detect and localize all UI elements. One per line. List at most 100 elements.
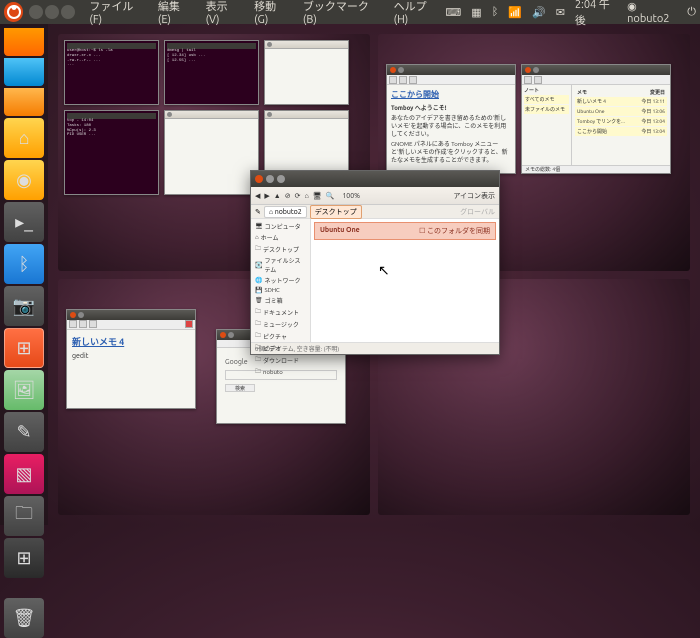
close-icon[interactable] bbox=[29, 5, 43, 19]
note-row: 新しいメモ 4今日 13:11 bbox=[575, 97, 667, 106]
toolbar: ◀ ▶ ▲ ⊘ ⟳ ⌂ 🖥 🔍 100% アイコン表示 bbox=[251, 187, 499, 205]
note-body2: GNOME パネルにある Tomboy メニューと'新しいメモの作成'をクリック… bbox=[391, 141, 511, 164]
sidebar-item[interactable]: 🗀ミュージック bbox=[253, 318, 308, 330]
window-titlebar[interactable] bbox=[251, 171, 499, 187]
top-panel: ファイル(F) 編集(E) 表示(V) 移動(G) ブックマーク(B) ヘルプ(… bbox=[0, 0, 700, 24]
home-folder-icon[interactable]: ⌂ bbox=[4, 118, 44, 158]
terminal-window: top - 14:04Tasks: 180%Cpu(s): 2.3PID USE… bbox=[64, 110, 159, 195]
new-note-title: 新しいメモ 4 bbox=[72, 335, 190, 348]
sidebar-item[interactable]: 🖥コンピュータ bbox=[253, 221, 308, 232]
sidebar-item[interactable]: 🗀ピクチャ bbox=[253, 330, 308, 342]
launcher-stack-c[interactable] bbox=[4, 88, 44, 116]
clock[interactable]: 2:04 午後 bbox=[575, 0, 617, 28]
minimize-icon[interactable] bbox=[45, 5, 59, 19]
volume-icon[interactable]: 🔊 bbox=[532, 6, 546, 19]
app-window bbox=[164, 110, 259, 195]
bluetooth-icon[interactable]: ᛒ bbox=[492, 6, 499, 18]
home-icon[interactable]: ⌂ bbox=[304, 192, 308, 200]
sidebar-item[interactable]: 🗑ゴミ箱 bbox=[253, 295, 308, 306]
close-icon[interactable] bbox=[255, 175, 263, 183]
user-menu[interactable]: ◉ nobuto2 bbox=[627, 0, 677, 25]
view-mode-selector[interactable]: アイコン表示 bbox=[453, 191, 495, 201]
sidebar-item[interactable]: 🗀ダウンロード bbox=[253, 354, 308, 366]
menu-help[interactable]: ヘルプ(H) bbox=[388, 0, 446, 26]
photos-app-icon[interactable]: 🖼 bbox=[4, 370, 44, 410]
maximize-icon[interactable] bbox=[61, 5, 75, 19]
search-icon[interactable]: 🔍 bbox=[326, 192, 335, 200]
computer-icon[interactable]: 🖥 bbox=[313, 192, 322, 200]
note-row: ここから開始今日 13:04 bbox=[575, 127, 667, 136]
launcher-stack-b[interactable] bbox=[4, 58, 44, 86]
menu-go[interactable]: 移動(G) bbox=[248, 0, 295, 26]
banner-title: Ubuntu One bbox=[320, 226, 360, 234]
banner-action[interactable]: ☐ このフォルダを同期 bbox=[419, 226, 490, 236]
up-icon[interactable]: ▲ bbox=[274, 192, 281, 200]
files-icon[interactable]: 🗀 bbox=[4, 496, 44, 536]
breadcrumb-current[interactable]: デスクトップ bbox=[310, 205, 362, 219]
sidebar-item[interactable]: 🗀ドキュメント bbox=[253, 306, 308, 318]
sidebar: 🖥コンピュータ ⌂ホーム 🗀デスクトップ 💽ファイルシステム 🌐ネットワーク 💾… bbox=[251, 219, 311, 342]
breadcrumb-home[interactable]: ⌂ nobuto2 bbox=[264, 206, 307, 218]
note-greeting: Tomboy へようこそ! bbox=[391, 103, 511, 112]
new-note-body: gedit bbox=[72, 352, 190, 360]
path-toggle-icon[interactable]: ✎ bbox=[255, 208, 261, 216]
col-date: 変更日 bbox=[650, 89, 665, 96]
tomboy-search-window: ノート すべてのメモ 未ファイルのメモ メモ変更日 新しいメモ 4今日 13:1… bbox=[521, 64, 671, 174]
music-app-icon[interactable]: ◉ bbox=[4, 160, 44, 200]
terminal-window: user@host:~$ ls -ladrwxr-xr-x ...-rw-r--… bbox=[64, 40, 159, 105]
notes-footer: メモの総数: 4個 bbox=[522, 165, 670, 173]
col-notebook: ノート bbox=[524, 87, 569, 94]
camera-app-icon[interactable]: 📷 bbox=[4, 286, 44, 326]
ubuntu-one-banner: Ubuntu One ☐ このフォルダを同期 bbox=[314, 222, 496, 240]
keyboard-indicator-icon[interactable]: ⌨ bbox=[445, 6, 461, 19]
menu-edit[interactable]: 編集(E) bbox=[152, 0, 198, 26]
tomboy-start-note: ここから開始 Tomboy へようこそ! あなたのアイデアを書き留めるための'新… bbox=[386, 64, 516, 174]
note-row: Ubuntu One今日 13:06 bbox=[575, 107, 667, 116]
messaging-icon[interactable]: ✉ bbox=[556, 6, 565, 19]
sidebar-item[interactable]: ⌂ホーム bbox=[253, 232, 308, 243]
col-name: メモ bbox=[577, 89, 587, 96]
breadcrumb-bar: ✎ ⌂ nobuto2 デスクトップ グローバル bbox=[251, 205, 499, 219]
search-button: 検索 bbox=[225, 384, 255, 392]
note-title: ここから開始 bbox=[391, 89, 511, 100]
stop-icon[interactable]: ⊘ bbox=[285, 192, 291, 200]
menu-view[interactable]: 表示(V) bbox=[200, 0, 247, 26]
bluetooth-app-icon[interactable]: ᛒ bbox=[4, 244, 44, 284]
launcher-stack-a[interactable] bbox=[4, 28, 44, 56]
workspace-switcher-icon[interactable]: ⊞ bbox=[4, 328, 44, 368]
maximize-icon[interactable] bbox=[277, 175, 285, 183]
app-drawer-icon[interactable]: ⊞ bbox=[4, 538, 44, 578]
window-controls bbox=[29, 5, 75, 19]
file-manager-window: ◀ ▶ ▲ ⊘ ⟳ ⌂ 🖥 🔍 100% アイコン表示 ✎ ⌂ nobuto2 … bbox=[250, 170, 500, 355]
zoom-level[interactable]: 100% bbox=[342, 192, 360, 200]
unity-launcher: ⌂ ◉ ▸_ ᛒ 📷 ⊞ 🖼 ✎ ▧ 🗀 ⊞ 🗑 bbox=[0, 24, 48, 525]
appearance-icon[interactable]: ▧ bbox=[4, 454, 44, 494]
app-window bbox=[264, 40, 349, 105]
menu-bookmarks[interactable]: ブックマーク(B) bbox=[297, 0, 386, 26]
ubuntu-logo-icon[interactable] bbox=[4, 2, 23, 22]
reload-icon[interactable]: ⟳ bbox=[295, 192, 301, 200]
trash-icon[interactable]: 🗑 bbox=[4, 598, 44, 638]
forward-icon[interactable]: ▶ bbox=[264, 192, 269, 200]
terminal-icon[interactable]: ▸_ bbox=[4, 202, 44, 242]
input-method-icon[interactable]: ▦ bbox=[471, 6, 481, 19]
sidebar-item[interactable]: 💽ファイルシステム bbox=[253, 255, 308, 275]
session-icon[interactable]: ⏻ bbox=[687, 6, 696, 19]
minimize-icon[interactable] bbox=[266, 175, 274, 183]
menu-file[interactable]: ファイル(F) bbox=[83, 0, 149, 26]
notes-app-icon[interactable]: ✎ bbox=[4, 412, 44, 452]
statusbar: 0個のアイテム, 空き容量: (不明) bbox=[251, 342, 499, 354]
sidebar-item[interactable]: 💾SDHC bbox=[253, 286, 308, 295]
back-icon[interactable]: ◀ bbox=[255, 192, 260, 200]
file-view[interactable]: Ubuntu One ☐ このフォルダを同期 bbox=[311, 219, 499, 342]
note-row: Tomboy でリンクを...今日 13:04 bbox=[575, 117, 667, 126]
sidebar-item[interactable]: 🗀デスクトップ bbox=[253, 243, 308, 255]
sidebar-item[interactable]: 🗀nobuto bbox=[253, 366, 308, 378]
tomboy-note-window: 新しいメモ 4 gedit bbox=[66, 309, 196, 409]
sidebar-item[interactable]: 🌐ネットワーク bbox=[253, 275, 308, 286]
breadcrumb-sync-label: グローバル bbox=[460, 207, 495, 217]
note-body: あなたのアイデアを書き留めるための'新しいメモ'を起動する場合に、このメモを利用… bbox=[391, 115, 511, 138]
notebook-unfiled: 未ファイルのメモ bbox=[524, 105, 569, 114]
network-icon[interactable]: 📶 bbox=[508, 6, 522, 19]
username-label: nobuto2 bbox=[627, 13, 669, 25]
